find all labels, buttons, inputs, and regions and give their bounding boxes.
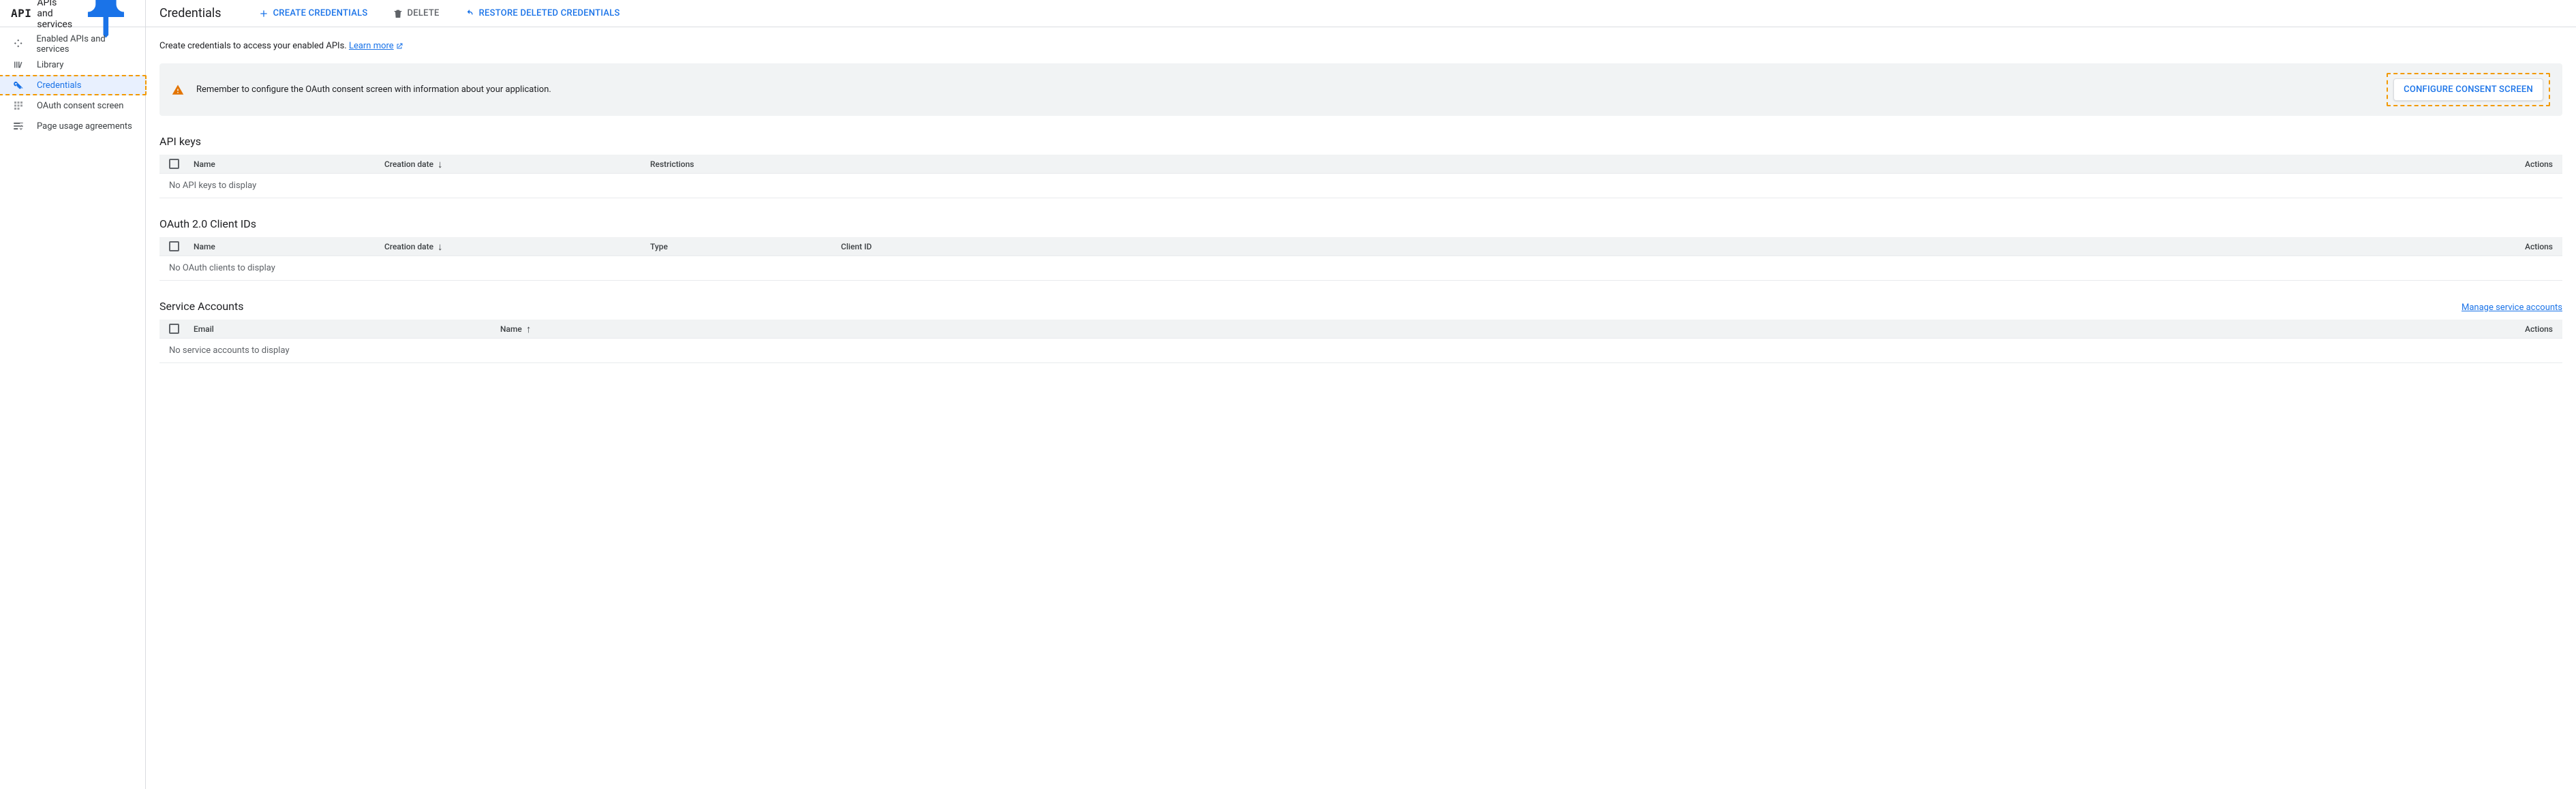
col-name[interactable]: Name bbox=[194, 159, 384, 169]
oauth-section: OAuth 2.0 Client IDs Name Creation date↓… bbox=[159, 217, 2562, 281]
sidebar-item-label: Credentials bbox=[37, 80, 81, 91]
arrow-down-icon: ↓ bbox=[438, 241, 443, 253]
sidebar-item-library[interactable]: Library bbox=[0, 55, 145, 75]
sidebar-header: API APIs and services bbox=[0, 0, 145, 27]
sidebar-item-label: Library bbox=[37, 60, 63, 70]
button-label: CREATE CREDENTIALS bbox=[273, 8, 368, 18]
select-all-checkbox[interactable] bbox=[169, 159, 179, 169]
restore-icon bbox=[464, 8, 475, 19]
select-all-checkbox[interactable] bbox=[169, 241, 179, 251]
button-label: DELETE bbox=[408, 8, 440, 18]
col-name[interactable]: Name↑ bbox=[500, 323, 1018, 335]
sidebar-item-page-usage[interactable]: Page usage agreements bbox=[0, 116, 145, 136]
sidebar-item-credentials[interactable]: Credentials bbox=[0, 75, 147, 95]
library-icon bbox=[12, 59, 25, 71]
section-title: Service Accounts bbox=[159, 300, 243, 313]
api-keys-empty: No API keys to display bbox=[159, 174, 2562, 198]
col-email[interactable]: Email bbox=[194, 324, 500, 334]
api-keys-table-header: Name Creation date↓ Restrictions Actions bbox=[159, 155, 2562, 174]
section-title: OAuth 2.0 Client IDs bbox=[159, 217, 2562, 230]
section-title: API keys bbox=[159, 135, 2562, 148]
api-keys-section: API keys Name Creation date↓ Restriction… bbox=[159, 135, 2562, 198]
sidebar-title: APIs and services bbox=[37, 0, 72, 30]
consent-icon bbox=[12, 99, 25, 112]
service-table-header: Email Name↑ Actions bbox=[159, 320, 2562, 339]
col-type[interactable]: Type bbox=[650, 242, 841, 251]
agreement-icon bbox=[12, 120, 25, 132]
warning-icon bbox=[172, 84, 184, 96]
col-creation-date[interactable]: Creation date↓ bbox=[384, 158, 650, 170]
col-name[interactable]: Name bbox=[194, 242, 384, 251]
arrow-up-icon: ↑ bbox=[526, 323, 532, 335]
delete-button[interactable]: DELETE bbox=[388, 5, 444, 22]
external-link-icon bbox=[395, 42, 403, 50]
sidebar-item-label: OAuth consent screen bbox=[37, 101, 123, 111]
banner-text: Remember to configure the OAuth consent … bbox=[196, 84, 2374, 95]
main-content: Credentials CREATE CREDENTIALS DELETE RE… bbox=[146, 0, 2576, 789]
plus-icon bbox=[258, 8, 269, 19]
api-logo: API bbox=[11, 7, 31, 20]
topbar: Credentials CREATE CREDENTIALS DELETE RE… bbox=[146, 0, 2576, 27]
intro-prefix: Create credentials to access your enable… bbox=[159, 41, 349, 51]
oauth-table-header: Name Creation date↓ Type Client ID Actio… bbox=[159, 237, 2562, 256]
col-restrictions[interactable]: Restrictions bbox=[650, 159, 841, 169]
diamond-icon bbox=[12, 38, 24, 50]
col-actions: Actions bbox=[2525, 159, 2553, 169]
learn-more-link[interactable]: Learn more bbox=[349, 41, 403, 51]
sidebar-nav: Enabled APIs and services Library Creden… bbox=[0, 27, 145, 136]
col-client-id[interactable]: Client ID bbox=[841, 242, 2525, 251]
col-creation-date[interactable]: Creation date↓ bbox=[384, 241, 650, 253]
restore-deleted-button[interactable]: RESTORE DELETED CREDENTIALS bbox=[460, 5, 624, 22]
page-title: Credentials bbox=[159, 6, 221, 20]
trash-icon bbox=[393, 8, 403, 19]
select-all-checkbox[interactable] bbox=[169, 324, 179, 334]
manage-service-accounts-link[interactable]: Manage service accounts bbox=[2462, 303, 2562, 313]
configure-consent-button[interactable]: CONFIGURE CONSENT SCREEN bbox=[2393, 78, 2543, 101]
create-credentials-button[interactable]: CREATE CREDENTIALS bbox=[254, 5, 372, 22]
sidebar-item-oauth-consent[interactable]: OAuth consent screen bbox=[0, 95, 145, 116]
sidebar: API APIs and services Enabled APIs and s… bbox=[0, 0, 146, 789]
sidebar-item-label: Page usage agreements bbox=[37, 121, 132, 132]
sidebar-item-label: Enabled APIs and services bbox=[36, 34, 137, 55]
consent-banner: Remember to configure the OAuth consent … bbox=[159, 63, 2562, 116]
button-label: RESTORE DELETED CREDENTIALS bbox=[479, 8, 620, 18]
service-accounts-section: Service Accounts Manage service accounts… bbox=[159, 300, 2562, 363]
arrow-down-icon: ↓ bbox=[438, 158, 443, 170]
col-actions: Actions bbox=[2525, 324, 2553, 334]
intro-text: Create credentials to access your enable… bbox=[159, 41, 2562, 51]
content-area: Create credentials to access your enable… bbox=[146, 27, 2576, 396]
key-icon bbox=[12, 79, 25, 91]
oauth-empty: No OAuth clients to display bbox=[159, 256, 2562, 281]
col-actions: Actions bbox=[2525, 242, 2553, 251]
service-empty: No service accounts to display bbox=[159, 339, 2562, 363]
sidebar-item-enabled-apis[interactable]: Enabled APIs and services bbox=[0, 34, 145, 55]
highlight-frame: CONFIGURE CONSENT SCREEN bbox=[2387, 73, 2550, 106]
